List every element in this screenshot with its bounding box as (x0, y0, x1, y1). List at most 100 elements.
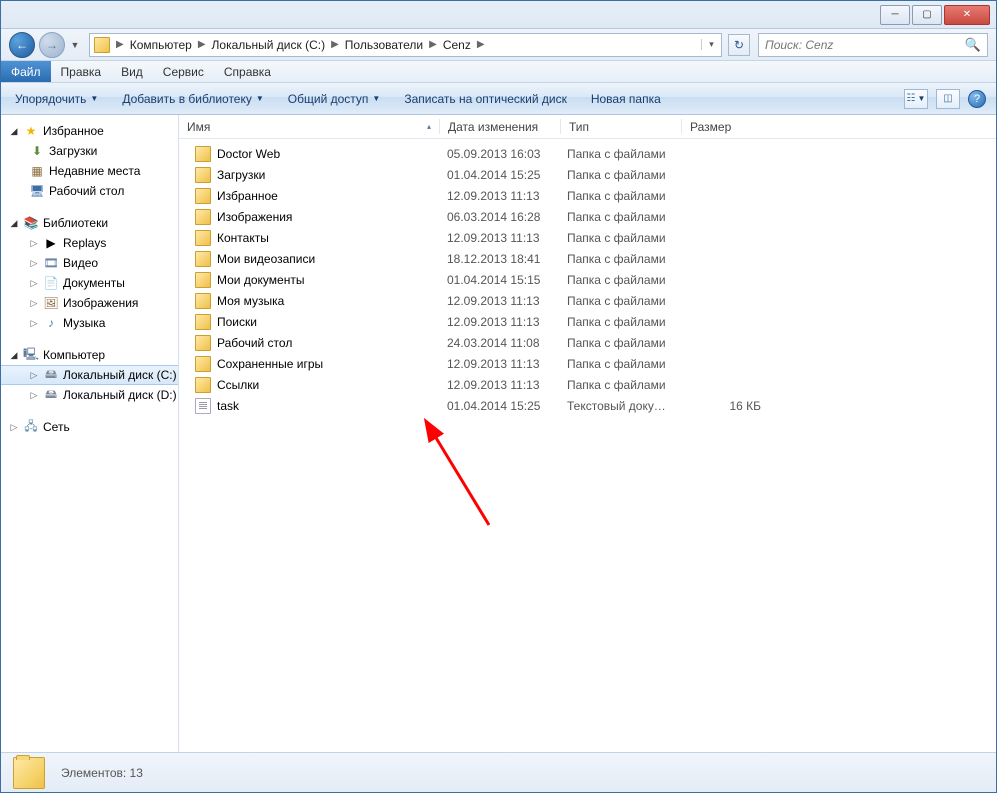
file-type: Папка с файлами (559, 273, 679, 287)
search-input[interactable] (765, 38, 965, 52)
expand-icon[interactable]: ▷ (29, 370, 39, 381)
file-row[interactable]: Контакты12.09.2013 11:13Папка с файлами (179, 227, 996, 248)
expand-icon[interactable]: ▷ (29, 238, 39, 249)
tree-item-documents[interactable]: ▷ 📄 Документы (1, 273, 178, 293)
folder-icon (195, 230, 211, 246)
breadcrumb-item[interactable]: Локальный диск (C:) (208, 36, 330, 54)
tree-item-recent[interactable]: ▦ Недавние места (1, 161, 178, 181)
file-row[interactable]: Изображения06.03.2014 16:28Папка с файла… (179, 206, 996, 227)
refresh-button[interactable]: ↻ (728, 34, 750, 56)
menu-tools[interactable]: Сервис (153, 61, 214, 82)
menu-file[interactable]: Файл (1, 61, 51, 82)
file-row[interactable]: Doctor Web05.09.2013 16:03Папка с файлам… (179, 143, 996, 164)
window-controls: ─ ▢ ✕ (880, 5, 990, 25)
tree-item-favorites[interactable]: ◢ ★ Избранное (1, 121, 178, 141)
explorer-window: ─ ▢ ✕ ← → ▼ ▶ Компьютер ▶ Локальный диск… (0, 0, 997, 793)
menu-view[interactable]: Вид (111, 61, 153, 82)
tree-item-network[interactable]: ▷ 🖧 Сеть (1, 417, 178, 437)
chevron-right-icon[interactable]: ▶ (196, 39, 208, 50)
new-folder-button[interactable]: Новая папка (587, 89, 665, 109)
expand-icon[interactable]: ▷ (29, 390, 39, 401)
share-button[interactable]: Общий доступ ▼ (284, 89, 385, 109)
file-date: 12.09.2013 11:13 (439, 294, 559, 308)
tree-item-libraries[interactable]: ◢ 📚 Библиотеки (1, 213, 178, 233)
address-bar[interactable]: ▶ Компьютер ▶ Локальный диск (C:) ▶ Поль… (89, 33, 722, 57)
pane-icon: ◫ (943, 93, 952, 104)
file-row[interactable]: Избранное12.09.2013 11:13Папка с файлами (179, 185, 996, 206)
expand-icon[interactable]: ◢ (9, 350, 19, 361)
breadcrumb-item[interactable]: Компьютер (126, 36, 196, 54)
expand-icon[interactable]: ▷ (29, 258, 39, 269)
chevron-right-icon[interactable]: ▶ (329, 39, 341, 50)
search-icon[interactable]: 🔍 (965, 37, 981, 53)
details-pane: Элементов: 13 (1, 752, 996, 792)
content-area: ◢ ★ Избранное ⬇ Загрузки ▦ Недавние мест… (1, 115, 996, 752)
file-row[interactable]: Мои документы01.04.2014 15:15Папка с фай… (179, 269, 996, 290)
minimize-button[interactable]: ─ (880, 5, 910, 25)
add-library-button[interactable]: Добавить в библиотеку ▼ (118, 89, 267, 109)
search-box[interactable]: 🔍 (758, 33, 988, 57)
tree-item-computer[interactable]: ◢ 🖳 Компьютер (1, 345, 178, 365)
column-header-name[interactable]: Имя ▴ (179, 115, 439, 138)
folder-icon: ▶ (43, 235, 59, 251)
file-name: Контакты (217, 231, 269, 245)
folder-icon (195, 209, 211, 225)
help-button[interactable]: ? (968, 90, 986, 108)
tree-item-downloads[interactable]: ⬇ Загрузки (1, 141, 178, 161)
expand-icon[interactable]: ▷ (29, 278, 39, 289)
expand-icon[interactable]: ◢ (9, 126, 19, 137)
expand-icon[interactable]: ▷ (29, 318, 39, 329)
folder-icon (195, 146, 211, 162)
expand-icon[interactable]: ◢ (9, 218, 19, 229)
column-header-size[interactable]: Размер (682, 115, 772, 138)
chevron-right-icon[interactable]: ▶ (114, 39, 126, 50)
tree-item-music[interactable]: ▷ ♪ Музыка (1, 313, 178, 333)
chevron-right-icon[interactable]: ▶ (475, 39, 487, 50)
file-row[interactable]: Моя музыка12.09.2013 11:13Папка с файлам… (179, 290, 996, 311)
view-mode-button[interactable]: ☷ ▼ (904, 89, 928, 109)
menu-edit[interactable]: Правка (51, 61, 112, 82)
list-icon: ☷ (907, 93, 916, 104)
tree-item-drive-d[interactable]: ▷ 🖴 Локальный диск (D:) (1, 385, 178, 405)
file-date: 01.04.2014 15:25 (439, 168, 559, 182)
forward-button[interactable]: → (39, 32, 65, 58)
chevron-right-icon[interactable]: ▶ (427, 39, 439, 50)
nav-history-dropdown[interactable]: ▼ (69, 40, 81, 50)
file-row[interactable]: task01.04.2014 15:25Текстовый докум...16… (179, 395, 996, 416)
breadcrumb-item[interactable]: Cenz (439, 36, 475, 54)
organize-button[interactable]: Упорядочить ▼ (11, 89, 102, 109)
close-button[interactable]: ✕ (944, 5, 990, 25)
expand-icon[interactable]: ▷ (29, 298, 39, 309)
arrow-left-icon: ← (16, 38, 28, 52)
column-header-type[interactable]: Тип (561, 115, 681, 138)
back-button[interactable]: ← (9, 32, 35, 58)
network-icon: 🖧 (23, 419, 39, 435)
expand-icon[interactable]: ▷ (9, 422, 19, 433)
file-type: Текстовый докум... (559, 399, 679, 413)
file-row[interactable]: Ссылки12.09.2013 11:13Папка с файлами (179, 374, 996, 395)
file-row[interactable]: Мои видеозаписи18.12.2013 18:41Папка с ф… (179, 248, 996, 269)
star-icon: ★ (23, 123, 39, 139)
tree-item-desktop[interactable]: 🖥 Рабочий стол (1, 181, 178, 201)
breadcrumb-item[interactable]: Пользователи (341, 36, 427, 54)
address-dropdown[interactable]: ▾ (701, 39, 717, 50)
file-name: Мои документы (217, 273, 304, 287)
tree-item-pictures[interactable]: ▷ 🖼 Изображения (1, 293, 178, 313)
tree-item-drive-c[interactable]: ▷ 🖴 Локальный диск (C:) (1, 365, 178, 385)
file-row[interactable]: Поиски12.09.2013 11:13Папка с файлами (179, 311, 996, 332)
sort-ascending-icon: ▴ (427, 122, 431, 131)
folder-icon (195, 167, 211, 183)
preview-pane-button[interactable]: ◫ (936, 89, 960, 109)
tree-item-videos[interactable]: ▷ 🎞 Видео (1, 253, 178, 273)
file-rows: Doctor Web05.09.2013 16:03Папка с файлам… (179, 139, 996, 416)
tree-item-replays[interactable]: ▷ ▶ Replays (1, 233, 178, 253)
file-row[interactable]: Загрузки01.04.2014 15:25Папка с файлами (179, 164, 996, 185)
file-row[interactable]: Рабочий стол24.03.2014 11:08Папка с файл… (179, 332, 996, 353)
annotation-arrow (419, 415, 519, 535)
burn-button[interactable]: Записать на оптический диск (400, 89, 571, 109)
file-type: Папка с файлами (559, 189, 679, 203)
maximize-button[interactable]: ▢ (912, 5, 942, 25)
column-header-date[interactable]: Дата изменения (440, 115, 560, 138)
file-row[interactable]: Сохраненные игры12.09.2013 11:13Папка с … (179, 353, 996, 374)
menu-help[interactable]: Справка (214, 61, 281, 82)
